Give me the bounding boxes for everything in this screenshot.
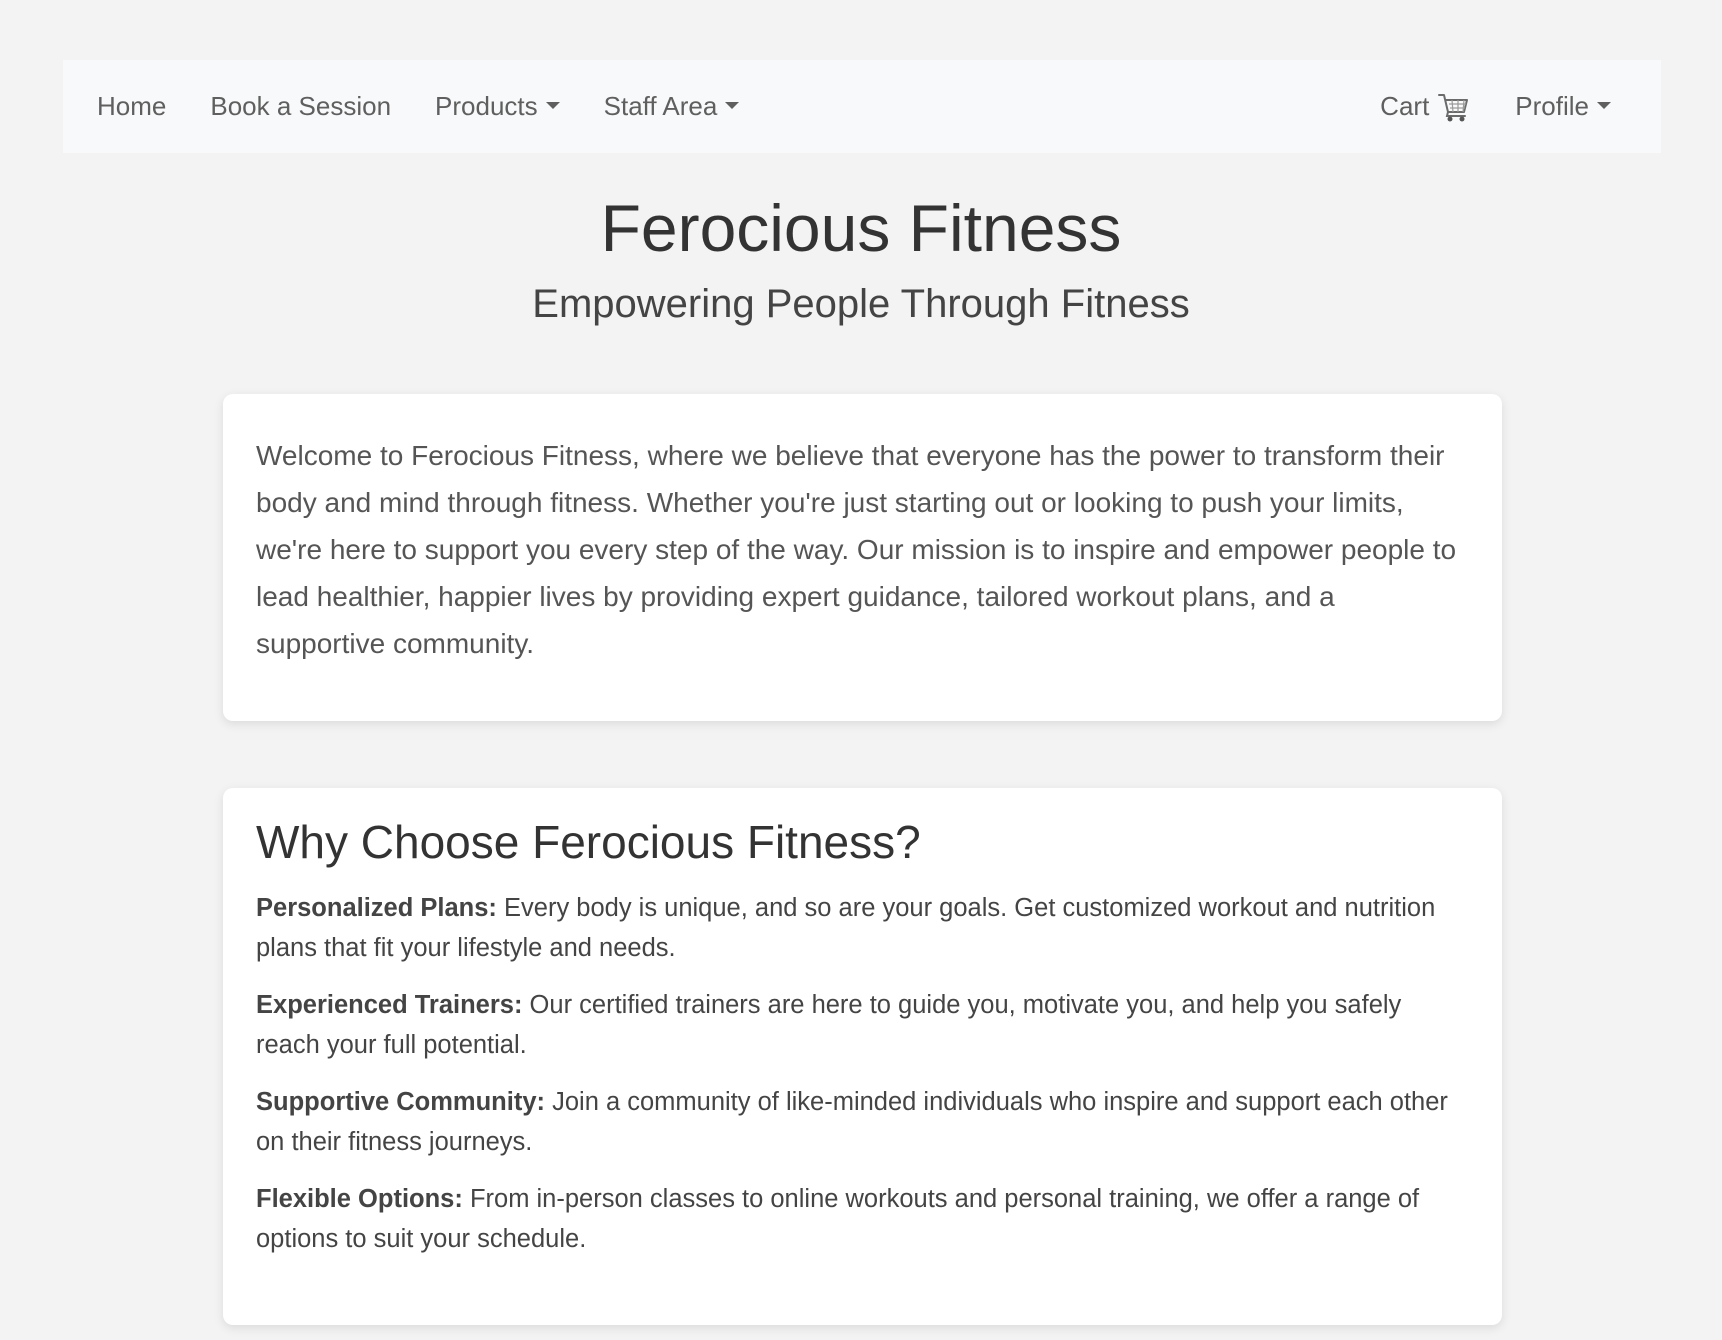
nav-home-link[interactable]: Home (97, 91, 166, 122)
nav-book-session-link[interactable]: Book a Session (210, 91, 391, 122)
chevron-down-icon (1597, 102, 1611, 109)
feature-title: Personalized Plans: (256, 894, 497, 922)
intro-card: Welcome to Ferocious Fitness, where we b… (223, 394, 1502, 721)
nav-cart-link[interactable]: Cart (1380, 91, 1471, 123)
chevron-down-icon (545, 102, 560, 109)
page-title: Ferocious Fitness (600, 191, 1122, 265)
nav-cart-label: Cart (1380, 91, 1430, 121)
why-choose-heading: Why Choose Ferocious Fitness? (256, 816, 921, 868)
nav-left-group: Home Book a Session Products Staff Area (97, 60, 740, 153)
nav-profile-label: Profile (1515, 91, 1589, 121)
feature-item: Flexible Options: From in-person classes… (256, 1179, 1469, 1259)
page-subtitle: Empowering People Through Fitness (532, 282, 1190, 326)
why-choose-card: Why Choose Ferocious Fitness? Personaliz… (223, 788, 1502, 1325)
feature-item: Experienced Trainers: Our certified trai… (256, 985, 1469, 1065)
nav-products-label: Products (435, 91, 538, 121)
nav-home-label: Home (97, 91, 167, 121)
feature-title: Supportive Community: (256, 1088, 546, 1116)
nav-book-session-label: Book a Session (210, 91, 392, 121)
nav-profile-dropdown[interactable]: Profile (1515, 91, 1611, 122)
nav-staff-area-label: Staff Area (603, 91, 718, 121)
navbar: Home Book a Session Products Staff Area … (63, 60, 1661, 153)
nav-products-dropdown[interactable]: Products (435, 91, 560, 122)
intro-paragraph: Welcome to Ferocious Fitness, where we b… (256, 440, 1457, 659)
nav-staff-area-dropdown[interactable]: Staff Area (604, 91, 740, 122)
shopping-cart-icon (1438, 93, 1469, 121)
feature-item: Supportive Community: Join a community o… (256, 1082, 1469, 1162)
nav-right-group: Cart Profile (1336, 60, 1611, 153)
feature-title: Flexible Options: (256, 1185, 463, 1213)
chevron-down-icon (725, 102, 740, 109)
feature-title: Experienced Trainers: (256, 991, 523, 1019)
feature-item: Personalized Plans: Every body is unique… (256, 888, 1469, 968)
